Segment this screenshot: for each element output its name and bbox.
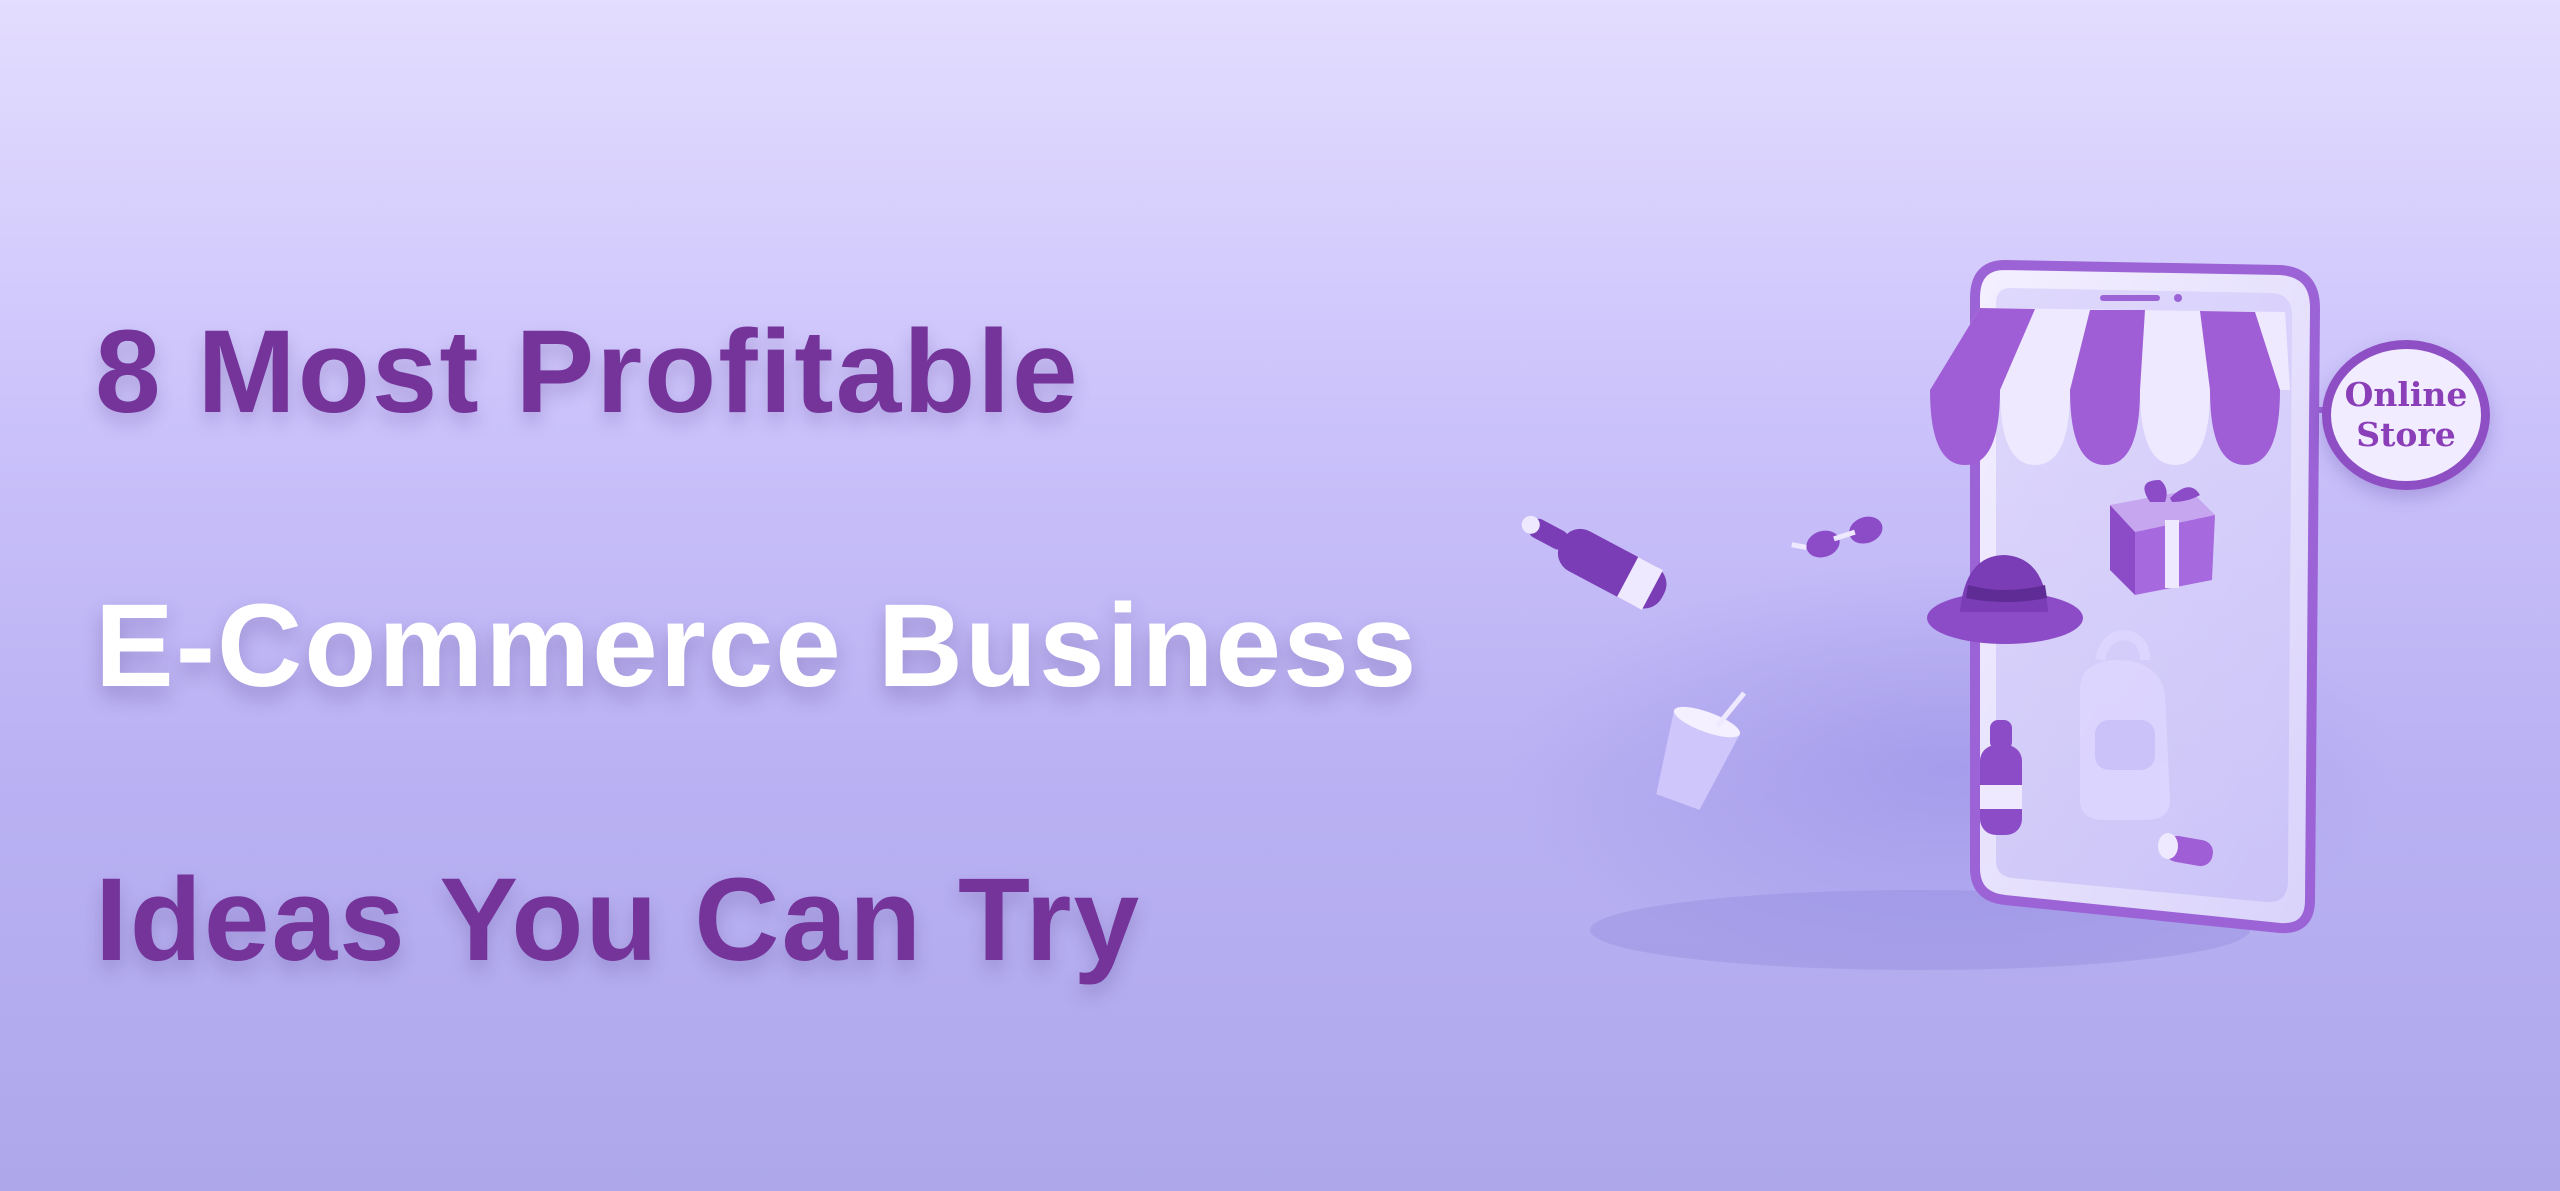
cup-icon (1656, 691, 1747, 810)
store-sign-line-1: Online (2344, 375, 2468, 414)
striped-awning (1930, 308, 2290, 465)
headline-line-2: E-Commerce Business (95, 580, 1419, 712)
online-store-sign: Online Store (2322, 340, 2490, 490)
headline-line-3: Ideas You Can Try (95, 854, 1142, 986)
wine-bottle-icon (1521, 515, 1667, 610)
hero-banner: 8 Most Profitable E-Commerce Business Id… (0, 0, 2560, 1191)
store-sign-line-2: Store (2356, 415, 2456, 454)
sunglasses-icon (1791, 516, 1883, 558)
headline-line-1: 8 Most Profitable (95, 306, 1080, 438)
headline: 8 Most Profitable E-Commerce Business Id… (95, 235, 1418, 1057)
